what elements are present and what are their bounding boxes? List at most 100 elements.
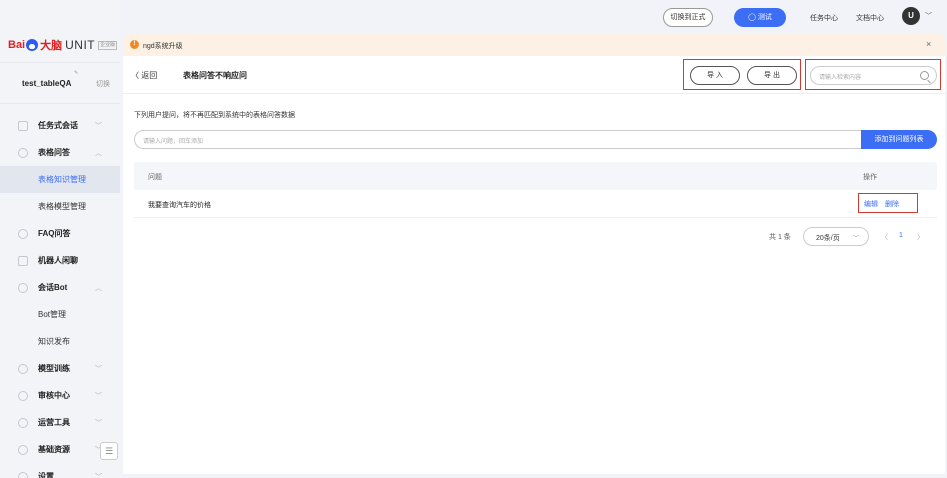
sidebar-item-table-knowledge[interactable]: 表格知识管理	[0, 166, 120, 193]
page-header: 〈 返回 表格问答不响应问 导 入 导 出 请输入检索内容	[123, 56, 945, 94]
sidebar-item-task-dialog[interactable]: 任务式会话 ﹀	[0, 112, 120, 139]
baidu-paw-icon	[26, 39, 39, 51]
description-text: 下列用户提问，将不再匹配到系统中的表格问答数据	[134, 112, 295, 119]
table-row: 我要查询汽车的价格 编辑 删除	[134, 190, 937, 218]
search-input[interactable]: 请输入检索内容	[810, 66, 937, 85]
app-name: test_tableQA	[22, 79, 72, 88]
sidebar-item-label: 任务式会话	[38, 121, 78, 130]
chevron-down-icon: ﹀	[95, 419, 102, 427]
question-input[interactable]: 请输入问题，回车添加	[134, 130, 861, 149]
search-placeholder: 请输入检索内容	[819, 75, 862, 81]
chevron-down-icon: ﹀	[95, 392, 102, 400]
logo-unit: UNIT	[65, 38, 96, 52]
notice-text[interactable]: ngd系统升级	[143, 41, 183, 51]
app-edit-icon[interactable]: ✎	[74, 70, 78, 76]
sidebar-item-review[interactable]: 审核中心 ﹀	[0, 382, 120, 409]
sidebar-nav: 任务式会话 ﹀ 表格问答 ︿ 表格知识管理 表格模型管理 FAQ问答 机器人闲聊…	[0, 112, 120, 478]
ops-icon	[18, 417, 28, 428]
search-icon[interactable]	[920, 71, 929, 80]
delete-link[interactable]: 删除	[885, 199, 899, 209]
chevron-up-icon: ︿	[95, 149, 102, 157]
sidebar-item-bot-manage[interactable]: Bot管理	[0, 301, 120, 328]
logo-danao: 大脑	[40, 40, 63, 52]
switch-to-formal-button[interactable]: 切换到正式	[663, 8, 713, 27]
sidebar-item-label: 设置	[38, 472, 54, 478]
sidebar-item-label: 知识发布	[38, 337, 70, 346]
current-page[interactable]: 1	[899, 232, 903, 239]
page-title: 表格问答不响应问	[183, 71, 247, 80]
sidebar-item-model-training[interactable]: 模型训练 ﹀	[0, 355, 120, 382]
review-icon	[18, 390, 28, 401]
sidebar: Bai 大脑 UNIT 企业版 test_tableQA ✎ 切换 任务式会话 …	[0, 0, 120, 478]
sidebar-item-label: 机器人闲聊	[38, 256, 78, 265]
sidebar-item-label: 表格模型管理	[38, 202, 86, 211]
sidebar-item-publish[interactable]: 知识发布	[0, 328, 120, 355]
notice-bar: ! ngd系统升级 ×	[123, 34, 945, 56]
warning-icon: !	[130, 40, 139, 49]
sidebar-item-settings[interactable]: 设置 ﹀	[0, 463, 120, 478]
chat-icon	[18, 255, 28, 266]
avatar[interactable]: U	[902, 7, 920, 25]
chat-bubble-icon: ◯	[748, 14, 758, 21]
sidebar-item-label: 表格问答	[38, 148, 70, 157]
task-center-link[interactable]: 任务中心	[810, 13, 838, 23]
chevron-down-icon[interactable]: ﹀	[925, 11, 932, 21]
column-header-question: 问题	[148, 174, 162, 181]
column-header-ops: 操作	[863, 174, 877, 181]
doc-center-link[interactable]: 文档中心	[856, 13, 884, 23]
test-button[interactable]: ◯ 测试	[734, 8, 786, 27]
page-size-value: 20条/页	[816, 235, 840, 242]
main-area: 切换到正式 ◯ 测试 任务中心 文档中心 U ﹀ ! ngd系统升级 × 〈 返…	[120, 0, 947, 478]
edit-link[interactable]: 编辑	[864, 199, 878, 209]
sidebar-item-label: Bot管理	[38, 310, 67, 319]
content-panel: ! ngd系统升级 × 〈 返回 表格问答不响应问 导 入 导 出 请输入检索内…	[123, 34, 945, 474]
question-cell: 我要查询汽车的价格	[148, 202, 211, 209]
sidebar-item-label: 模型训练	[38, 364, 70, 373]
sidebar-item-label: 表格知识管理	[38, 175, 86, 184]
baidu-unit-logo[interactable]: Bai 大脑 UNIT 企业版	[8, 38, 118, 52]
question-table: 问题 操作 我要查询汽车的价格 编辑 删除	[134, 162, 937, 218]
sidebar-item-table-model[interactable]: 表格模型管理	[0, 193, 120, 220]
page-size-select[interactable]: 20条/页 ﹀	[803, 227, 869, 246]
sidebar-item-chitchat[interactable]: 机器人闲聊	[0, 247, 120, 274]
sidebar-item-faq[interactable]: FAQ问答	[0, 220, 120, 247]
app-switch-button[interactable]: 切换	[96, 79, 110, 89]
chevron-down-icon: ﹀	[95, 122, 102, 130]
test-button-label: 测试	[757, 14, 772, 21]
model-icon	[18, 363, 28, 374]
bot-icon	[18, 282, 28, 293]
table-icon	[18, 147, 28, 158]
task-icon	[18, 120, 28, 131]
faq-icon	[18, 228, 28, 239]
sidebar-item-label: 运营工具	[38, 418, 70, 427]
back-link[interactable]: 〈 返回	[131, 70, 157, 81]
logo-bai: Bai	[8, 39, 26, 51]
import-button[interactable]: 导 入	[690, 66, 740, 85]
table-header: 问题 操作	[134, 162, 937, 190]
sidebar-item-ops-tools[interactable]: 运营工具 ﹀	[0, 409, 120, 436]
sidebar-collapse-button[interactable]: ☰	[100, 442, 118, 460]
sidebar-item-label: 会话Bot	[38, 283, 68, 292]
app-switcher: test_tableQA ✎ 切换	[0, 62, 120, 104]
topbar: 切换到正式 ◯ 测试 任务中心 文档中心 U ﹀	[120, 0, 947, 34]
sidebar-item-bot[interactable]: 会话Bot ︿	[0, 274, 120, 301]
sidebar-item-label: 基础资源	[38, 445, 70, 454]
chevron-down-icon: ﹀	[95, 365, 102, 373]
prev-page-button[interactable]: 〈	[881, 232, 888, 242]
next-page-button[interactable]: 〉	[917, 232, 924, 242]
pagination: 共 1 条 20条/页 ﹀ 〈 1 〉	[763, 227, 943, 246]
settings-icon	[18, 471, 28, 478]
edition-badge: 企业版	[98, 40, 118, 50]
resource-icon	[18, 444, 28, 455]
chevron-down-icon: ﹀	[853, 236, 860, 242]
add-to-list-button[interactable]: 添加到问题列表	[861, 130, 937, 149]
total-count: 共 1 条	[769, 234, 791, 241]
sidebar-item-label: 审核中心	[38, 391, 70, 400]
chevron-up-icon: ︿	[95, 284, 102, 292]
chevron-down-icon: ﹀	[95, 473, 102, 478]
export-button[interactable]: 导 出	[747, 66, 797, 85]
question-input-placeholder: 请输入问题，回车添加	[143, 139, 204, 145]
sidebar-item-label: FAQ问答	[38, 229, 71, 238]
close-icon[interactable]: ×	[926, 39, 931, 49]
sidebar-item-table-qa[interactable]: 表格问答 ︿	[0, 139, 120, 166]
